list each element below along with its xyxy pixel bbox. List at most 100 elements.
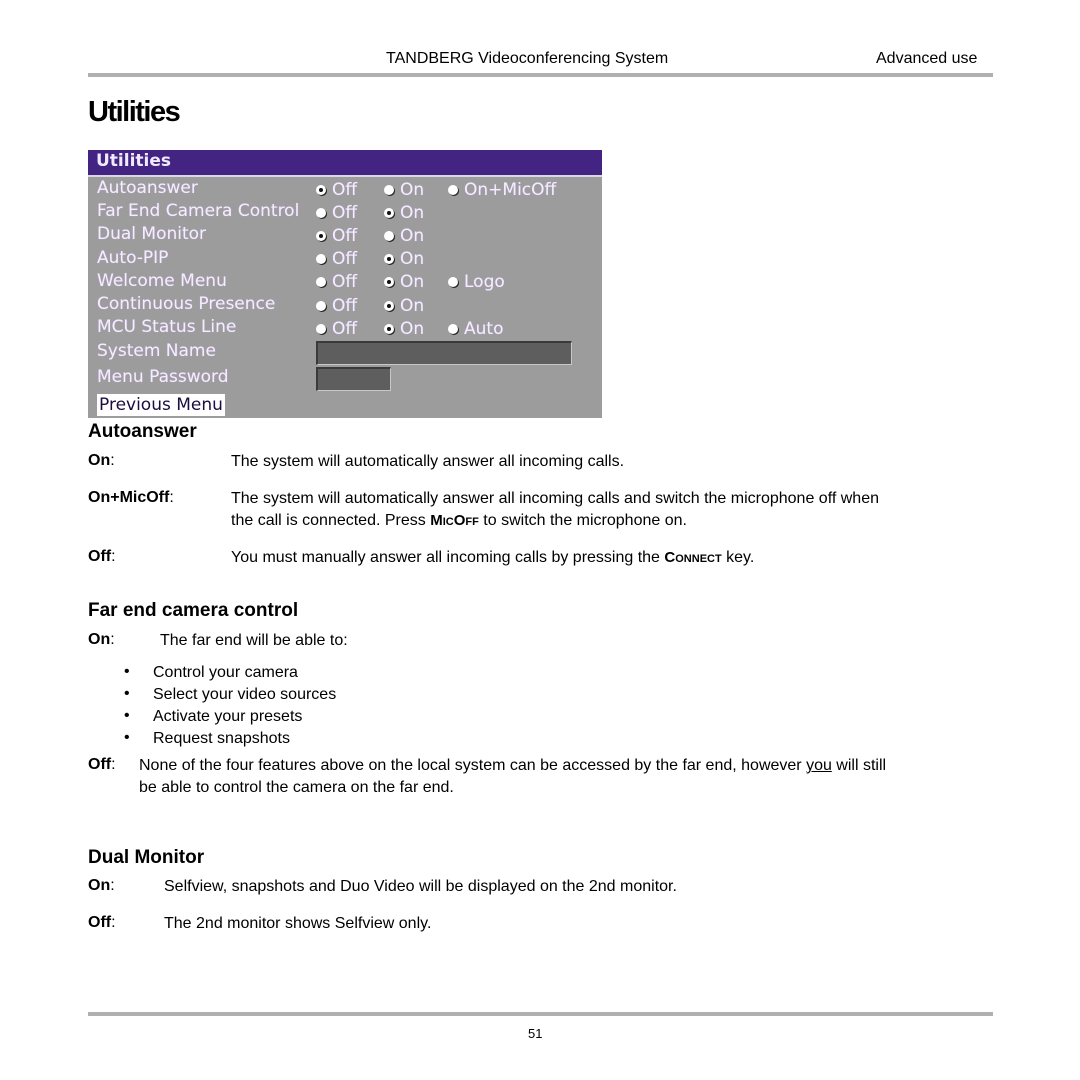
menu-row: MCU Status Line Off On Auto [88,317,602,340]
radio-option[interactable]: Off [316,294,357,317]
autoanswer-heading: Autoanswer [88,421,197,442]
radio-selected-icon[interactable] [384,207,394,218]
text: to switch the microphone on. [478,512,687,529]
menu-row: Dual Monitor Off On [88,224,602,247]
radio-option[interactable]: Off [316,201,357,224]
radio-option[interactable]: On [384,271,424,294]
radio-unselected-icon[interactable] [316,207,326,218]
radio-option-label: On [400,179,425,200]
micoff-key-name: MICOFF [430,512,479,529]
radio-option[interactable]: Off [316,224,357,247]
menu-password-label: Menu Password [97,367,229,387]
radio-option-label: On [400,225,425,246]
radio-option-label: Logo [464,272,505,293]
radio-option[interactable]: Off [316,248,357,271]
radio-option[interactable]: On [384,224,424,247]
menu-password-field[interactable] [316,367,391,391]
radio-unselected-icon[interactable] [316,300,326,311]
page-title: Utilities [88,96,181,128]
text: the call is connected. Press [231,512,431,529]
radio-unselected-icon[interactable] [448,323,458,334]
radio-unselected-icon[interactable] [316,254,326,265]
bullet-item: Request snapshots [153,730,290,747]
autoanswer-off-term: Off [88,548,112,565]
radio-option-label: Off [332,249,358,270]
menu-row-label: Dual Monitor [97,224,207,245]
radio-unselected-icon[interactable] [448,277,458,288]
dual-monitor-off-desc: The 2nd monitor shows Selfview only. [164,915,432,932]
menu-row: Auto-PIP Off On [88,248,602,271]
radio-option-label: Off [332,179,358,200]
bullet-icon: • [124,707,130,724]
menu-row-label: Auto-PIP [97,247,169,268]
system-name-field[interactable] [316,341,572,365]
menu-row-label: Far End Camera Control [97,201,300,222]
radio-option-label: Off [332,202,358,223]
dual-monitor-on-desc: Selfview, snapshots and Duo Video will b… [164,878,677,895]
previous-menu-button[interactable]: Previous Menu [97,394,225,416]
footer-rule [88,1012,993,1016]
radio-option[interactable]: On [384,201,424,224]
radio-option-label: Off [332,318,358,339]
radio-option[interactable]: Logo [448,271,505,294]
radio-selected-icon[interactable] [384,323,394,334]
utilities-menu: Utilities Autoanswer Off On On+MicOff Far En… [88,150,602,418]
menu-row: Welcome Menu Off On Logo [88,271,602,294]
radio-option[interactable]: On+MicOff [448,178,556,201]
autoanswer-off-desc: You must manually answer all incoming ca… [231,547,754,570]
radio-unselected-icon[interactable] [316,277,326,288]
radio-option[interactable]: Off [316,271,357,294]
menu-row-label: Continuous Presence [97,294,276,314]
menu-title: Utilities [96,151,172,171]
bullet-icon: • [124,663,130,680]
radio-selected-icon[interactable] [316,230,326,241]
bullet-item: Activate your presets [153,708,303,725]
radio-option[interactable]: On [384,294,424,317]
radio-option-label: On [400,272,425,293]
emphasis-you: you [806,757,832,774]
radio-option[interactable]: Off [316,178,357,201]
radio-selected-icon[interactable] [384,300,394,311]
radio-option-label: On [400,202,425,223]
bullet-icon: • [124,685,130,702]
bullet-icon: • [124,729,130,746]
far-end-off-desc: None of the four features above on the l… [139,755,886,799]
radio-option[interactable]: Auto [448,317,503,340]
dual-monitor-heading: Dual Monitor [88,847,205,868]
far-end-off-term: Off [88,756,112,773]
radio-selected-icon[interactable] [384,277,394,288]
radio-option-label: On [400,249,425,270]
menu-row: Far End Camera Control Off On [88,201,602,224]
radio-option[interactable]: Off [316,317,357,340]
radio-unselected-icon[interactable] [316,323,326,334]
bullet-item: Control your camera [153,664,298,681]
radio-option-label: Off [332,295,358,316]
radio-option[interactable]: On [384,178,424,201]
menu-row-label: MCU Status Line [97,317,237,338]
radio-selected-icon[interactable] [384,254,394,265]
autoanswer-on-term: On [88,452,111,469]
text: will still [831,757,887,774]
menu-title-bar: Utilities [88,150,602,177]
radio-option-label: On+MicOff [464,179,557,200]
header-rule [88,73,993,77]
header-title: TANDBERG Videoconferencing System [386,50,669,67]
radio-option-label: Off [332,272,358,293]
system-name-label: System Name [97,341,216,361]
radio-unselected-icon[interactable] [448,184,458,195]
radio-option[interactable]: On [384,317,424,340]
radio-unselected-icon[interactable] [384,230,394,241]
radio-selected-icon[interactable] [316,184,326,195]
radio-option-label: Off [332,225,358,246]
autoanswer-onmicoff-line2: the call is connected. Press MICOFF to s… [231,510,879,533]
radio-unselected-icon[interactable] [384,184,394,195]
page-number: 51 [528,1026,543,1041]
radio-option[interactable]: On [384,248,424,271]
autoanswer-onmicoff-term: On+MicOff [88,489,170,506]
menu-row: Continuous Presence Off On [88,294,602,317]
radio-option-label: On [400,318,425,339]
far-end-on-desc: The far end will be able to: [160,632,348,649]
far-end-off-line2: be able to control the camera on the far… [139,779,454,796]
autoanswer-onmicoff-line1: The system will automatically answer all… [231,490,879,507]
text: key. [721,549,755,566]
